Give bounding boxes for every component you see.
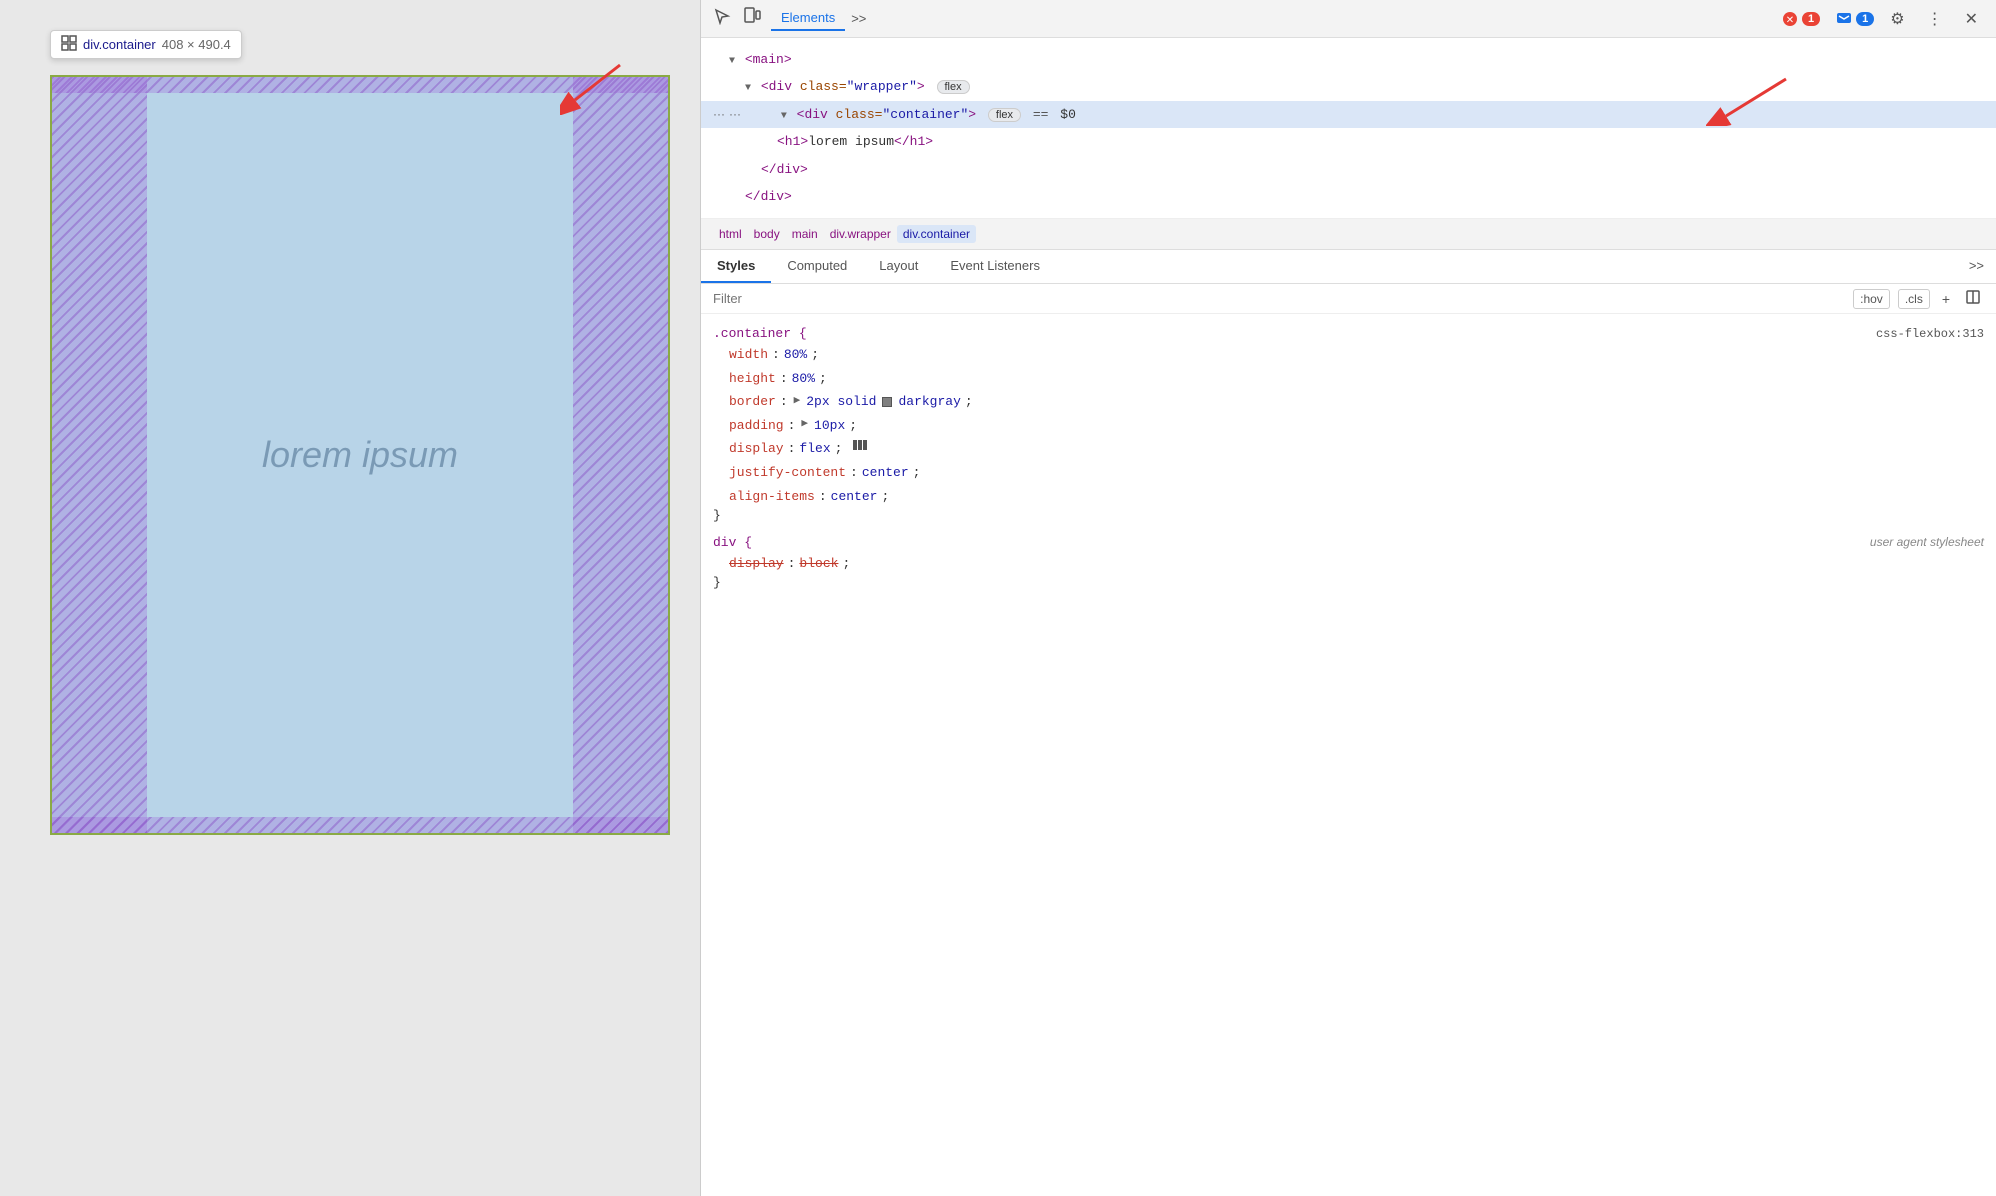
html-line-closediv[interactable]: </div> bbox=[701, 156, 1996, 183]
content-area: lorem ipsum bbox=[147, 93, 573, 817]
tab-styles[interactable]: Styles bbox=[701, 250, 771, 283]
add-style-button[interactable]: + bbox=[1938, 289, 1954, 309]
bc-wrapper[interactable]: div.wrapper bbox=[824, 225, 897, 243]
devtools-tabs: Elements >> bbox=[771, 6, 1772, 31]
bc-container[interactable]: div.container bbox=[897, 225, 976, 243]
hatch-right bbox=[573, 77, 668, 833]
tooltip-dims: 408 × 490.4 bbox=[162, 37, 231, 52]
container-close-brace: } bbox=[713, 508, 1984, 523]
filter-bar: :hov .cls + bbox=[701, 284, 1996, 314]
prop-width: width : 80% ; bbox=[729, 343, 1984, 366]
container-rule: .container { css-flexbox:313 width : 80%… bbox=[701, 322, 1996, 527]
css-rules-area: .container { css-flexbox:313 width : 80%… bbox=[701, 314, 1996, 1196]
user-agent-label: user agent stylesheet bbox=[1870, 535, 1984, 549]
tab-event-listeners[interactable]: Event Listeners bbox=[934, 250, 1056, 283]
styles-tabs: Styles Computed Layout Event Listeners >… bbox=[701, 250, 1996, 284]
html-line-h1[interactable]: <h1>lorem ipsum</h1> bbox=[701, 128, 1996, 155]
html-line-main[interactable]: ▼ <main> bbox=[701, 46, 1996, 73]
tooltip-selector: div.container bbox=[83, 37, 156, 52]
prop-border: border : ▶ 2px solid darkgray ; bbox=[729, 390, 1984, 413]
prop-padding: padding : ▶ 10px ; bbox=[729, 414, 1984, 437]
prop-display-block: display : block ; bbox=[729, 552, 1984, 575]
tab-more[interactable]: >> bbox=[845, 7, 872, 30]
div-props: display : block ; bbox=[729, 552, 1984, 575]
padding-triangle-icon[interactable]: ▶ bbox=[801, 415, 808, 435]
tab-more-styles[interactable]: >> bbox=[1957, 250, 1996, 283]
viewport-panel: div.container 408 × 490.4 lorem ipsum bbox=[0, 0, 700, 1196]
class-filter[interactable]: .cls bbox=[1898, 289, 1930, 309]
container-props: width : 80% ; height : 80% ; border : bbox=[729, 343, 1984, 508]
prop-height: height : 80% ; bbox=[729, 367, 1984, 390]
element-tooltip: div.container 408 × 490.4 bbox=[50, 30, 242, 59]
elements-tree: ▼ <main> ▼ <div class="wrapper"> flex ··… bbox=[701, 38, 1996, 219]
device-icon[interactable] bbox=[743, 7, 761, 30]
toggle-pane-button[interactable] bbox=[1962, 288, 1984, 309]
html-line-container[interactable]: ··· ▼ <div class="container"> flex == $0 bbox=[701, 101, 1996, 128]
arrow-container bbox=[1706, 71, 1796, 134]
message-count: 1 bbox=[1856, 12, 1874, 26]
breadcrumb: html body main div.wrapper div.container bbox=[701, 219, 1996, 250]
bc-body[interactable]: body bbox=[748, 225, 786, 243]
div-rule: div { user agent stylesheet display : bl… bbox=[701, 531, 1996, 594]
element-icon bbox=[61, 35, 77, 54]
color-swatch-darkgray[interactable] bbox=[882, 397, 892, 407]
error-count: 1 bbox=[1802, 12, 1820, 26]
div-selector[interactable]: div { bbox=[713, 535, 752, 550]
close-icon[interactable]: ✕ bbox=[1959, 7, 1984, 31]
more-options-icon[interactable]: ⋮ bbox=[1921, 7, 1949, 31]
inspect-icon[interactable] bbox=[713, 7, 731, 30]
error-badge[interactable]: ✕ 1 bbox=[1782, 11, 1820, 27]
filter-input[interactable] bbox=[713, 291, 1845, 306]
tab-layout[interactable]: Layout bbox=[863, 250, 934, 283]
svg-text:✕: ✕ bbox=[1786, 15, 1794, 26]
preview-container: lorem ipsum bbox=[50, 75, 670, 835]
prop-display: display : flex ; bbox=[729, 437, 1984, 461]
prop-justify-content: justify-content : center ; bbox=[729, 461, 1984, 484]
tab-computed[interactable]: Computed bbox=[771, 250, 863, 283]
lorem-text: lorem ipsum bbox=[262, 434, 458, 476]
div-close-brace: } bbox=[713, 575, 1984, 590]
message-badge[interactable]: 1 bbox=[1836, 11, 1874, 27]
html-line-wrapper[interactable]: ▼ <div class="wrapper"> flex bbox=[701, 73, 1996, 100]
border-triangle-icon[interactable]: ▶ bbox=[794, 392, 801, 412]
settings-icon[interactable]: ⚙ bbox=[1884, 7, 1910, 31]
prop-align-items: align-items : center ; bbox=[729, 485, 1984, 508]
tab-elements[interactable]: Elements bbox=[771, 6, 845, 31]
container-selector[interactable]: .container { bbox=[713, 326, 807, 341]
arrow-top-right bbox=[560, 55, 640, 120]
devtools-toolbar: Elements >> ✕ 1 1 ⚙ ⋮ ✕ bbox=[701, 0, 1996, 38]
devtools-panel: Elements >> ✕ 1 1 ⚙ ⋮ ✕ ▼ <main bbox=[700, 0, 1996, 1196]
hatch-left bbox=[52, 77, 147, 833]
toolbar-icons bbox=[713, 7, 761, 30]
bc-main[interactable]: main bbox=[786, 225, 824, 243]
hover-filter[interactable]: :hov bbox=[1853, 289, 1890, 309]
html-line-closediv2[interactable]: </div> bbox=[701, 183, 1996, 210]
flex-icon-button[interactable] bbox=[852, 437, 868, 461]
container-source[interactable]: css-flexbox:313 bbox=[1876, 327, 1984, 341]
bc-html[interactable]: html bbox=[713, 225, 748, 243]
styles-panel: Styles Computed Layout Event Listeners >… bbox=[701, 250, 1996, 1196]
